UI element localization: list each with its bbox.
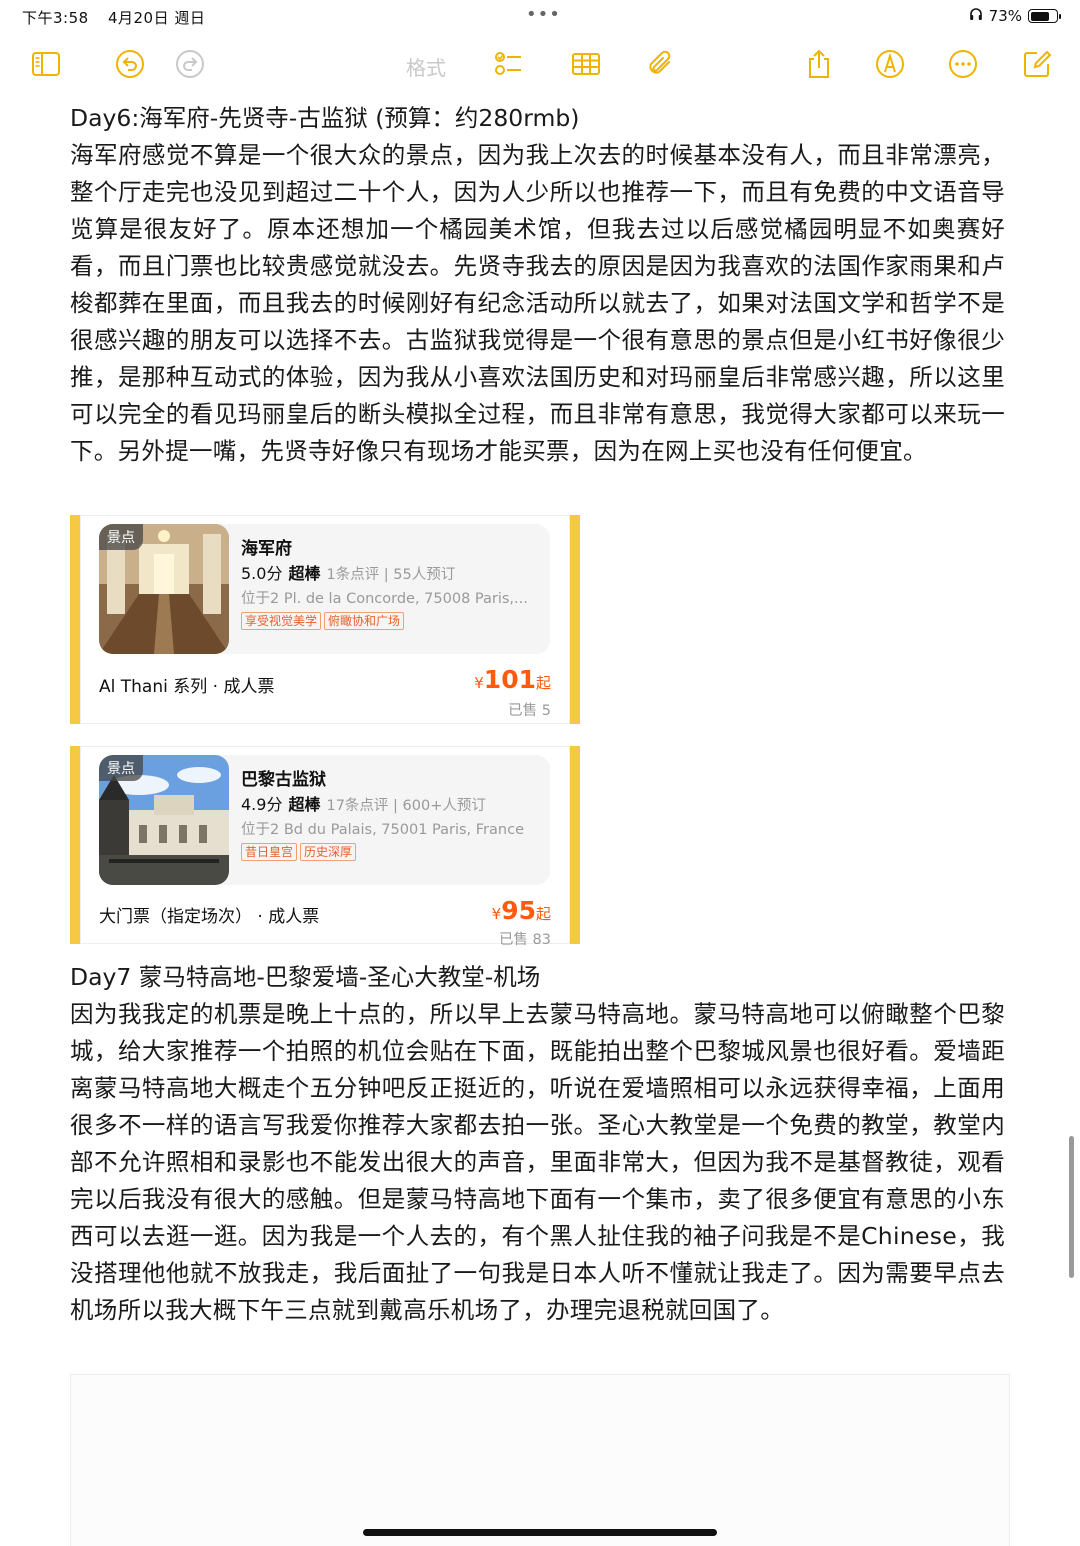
markup-icon[interactable] xyxy=(872,46,908,82)
card-address: 位于2 Bd du Palais, 75001 Paris, France xyxy=(241,822,524,838)
attachment-icon[interactable] xyxy=(643,46,679,82)
card-title: 海军府 xyxy=(241,539,292,559)
card-title: 巴黎古监狱 xyxy=(241,770,326,790)
card-rating: 4.9分 超棒 17条点评 | 600+人预订 xyxy=(241,791,486,815)
compose-icon[interactable] xyxy=(1019,46,1055,82)
card-rating: 5.0分 超棒 1条点评 | 55人预订 xyxy=(241,560,455,584)
table-icon[interactable] xyxy=(568,46,604,82)
redo-icon[interactable] xyxy=(172,46,208,82)
sidebar-icon[interactable] xyxy=(28,46,64,82)
card-tags: 昔日皇宫 历史深厚 xyxy=(241,843,357,861)
note-body-day7[interactable]: Day7 蒙马特高地-巴黎爱墙-圣心大教堂-机场 因为我我定的机票是晚上十点的，… xyxy=(70,959,1005,1329)
card-sold: 已售 83 xyxy=(498,932,551,948)
card-tag: 历史深厚 xyxy=(300,843,357,861)
embedded-image-placeholder[interactable] xyxy=(70,1374,1010,1546)
card-currency: ¥ xyxy=(474,674,484,692)
card-price: ¥101起 xyxy=(474,665,551,694)
card-price-suffix: 起 xyxy=(535,674,551,692)
card-summary: 景点 海军府 5.0分 超棒 1条点评 | 55人预订 位于2 Pl. de la … xyxy=(99,524,550,654)
card-currency: ¥ xyxy=(491,905,502,923)
notes-toolbar: 格式 xyxy=(0,40,1080,90)
battery-percent: 73% xyxy=(988,7,1022,25)
day6-title: Day6:海军府-先贤寺-古监狱 (预算：约280rmb) xyxy=(70,104,580,132)
card-sold: 已售 5 xyxy=(508,703,551,719)
card-address: 位于2 Pl. de la Concorde, 75008 Paris,... xyxy=(241,591,528,607)
card-tag: 俯瞰协和广场 xyxy=(324,612,405,630)
home-indicator[interactable] xyxy=(363,1529,717,1536)
scroll-indicator[interactable] xyxy=(1069,1136,1074,1278)
card-photo-haijunfu: 景点 xyxy=(99,524,229,654)
attraction-card-haijunfu[interactable]: 景点 海军府 5.0分 超棒 1条点评 | 55人预订 位于2 Pl. de la … xyxy=(70,515,580,724)
status-date: 4月20日 週日 xyxy=(107,9,206,27)
format-button[interactable]: 格式 xyxy=(406,52,446,81)
status-right: 73% xyxy=(969,7,1061,25)
card-ticket-name: Al Thani 系列 · 成人票 xyxy=(99,677,275,697)
card-tag: 昔日皇宫 xyxy=(241,843,298,861)
card-score: 5.0分 xyxy=(241,564,283,583)
card-score: 4.9分 xyxy=(241,795,283,814)
card-price: ¥95起 xyxy=(492,896,551,925)
card-price-suffix: 起 xyxy=(535,905,551,923)
undo-icon[interactable] xyxy=(112,46,148,82)
card-ticket-name: 大门票（指定场次） · 成人票 xyxy=(99,907,320,927)
card-photo-conciergerie: 景点 xyxy=(99,755,229,885)
headphones-icon xyxy=(969,7,983,25)
card-tag-spot: 景点 xyxy=(99,524,143,550)
note-body[interactable]: Day6:海军府-先贤寺-古监狱 (预算：约280rmb) 海军府感觉不算是一个… xyxy=(70,100,1005,470)
multitasking-dots[interactable]: ••• xyxy=(526,4,561,25)
card-tag-spot: 景点 xyxy=(99,755,143,781)
day7-title: Day7 蒙马特高地-巴黎爱墙-圣心大教堂-机场 xyxy=(70,963,541,991)
more-icon[interactable] xyxy=(945,46,981,82)
card-reviews: 1条点评 | 55人预订 xyxy=(326,567,456,583)
attraction-card-conciergerie[interactable]: 景点 巴黎古监狱 4.9分 超棒 17条点评 | 600+人预订 位于2 Bd du… xyxy=(70,746,580,948)
card-tag: 享受视觉美学 xyxy=(241,612,322,630)
card-tags: 享受视觉美学 俯瞰协和广场 xyxy=(241,612,405,630)
status-bar: 下午3:58 4月20日 週日 ••• 73% xyxy=(0,0,1080,32)
card-price-value: 95 xyxy=(501,896,536,925)
battery-icon xyxy=(1028,9,1061,23)
card-reviews: 17条点评 | 600+人预订 xyxy=(326,798,486,814)
card-price-value: 101 xyxy=(483,665,536,694)
share-icon[interactable] xyxy=(801,46,837,82)
card-super: 超棒 xyxy=(288,564,321,583)
card-summary: 景点 巴黎古监狱 4.9分 超棒 17条点评 | 600+人预订 位于2 Bd du… xyxy=(99,755,550,885)
checklist-icon[interactable] xyxy=(490,46,526,82)
battery-fill xyxy=(1030,11,1049,21)
status-time-date: 下午3:58 4月20日 週日 xyxy=(22,7,219,28)
card-super: 超棒 xyxy=(288,795,321,814)
day6-paragraph: 海军府感觉不算是一个很大众的景点，因为我上次去的时候基本没有人，而且非常漂亮，整… xyxy=(70,141,1005,465)
day7-paragraph: 因为我我定的机票是晚上十点的，所以早上去蒙马特高地。蒙马特高地可以俯瞰整个巴黎城… xyxy=(70,1000,1005,1324)
status-time: 下午3:58 xyxy=(22,9,89,27)
